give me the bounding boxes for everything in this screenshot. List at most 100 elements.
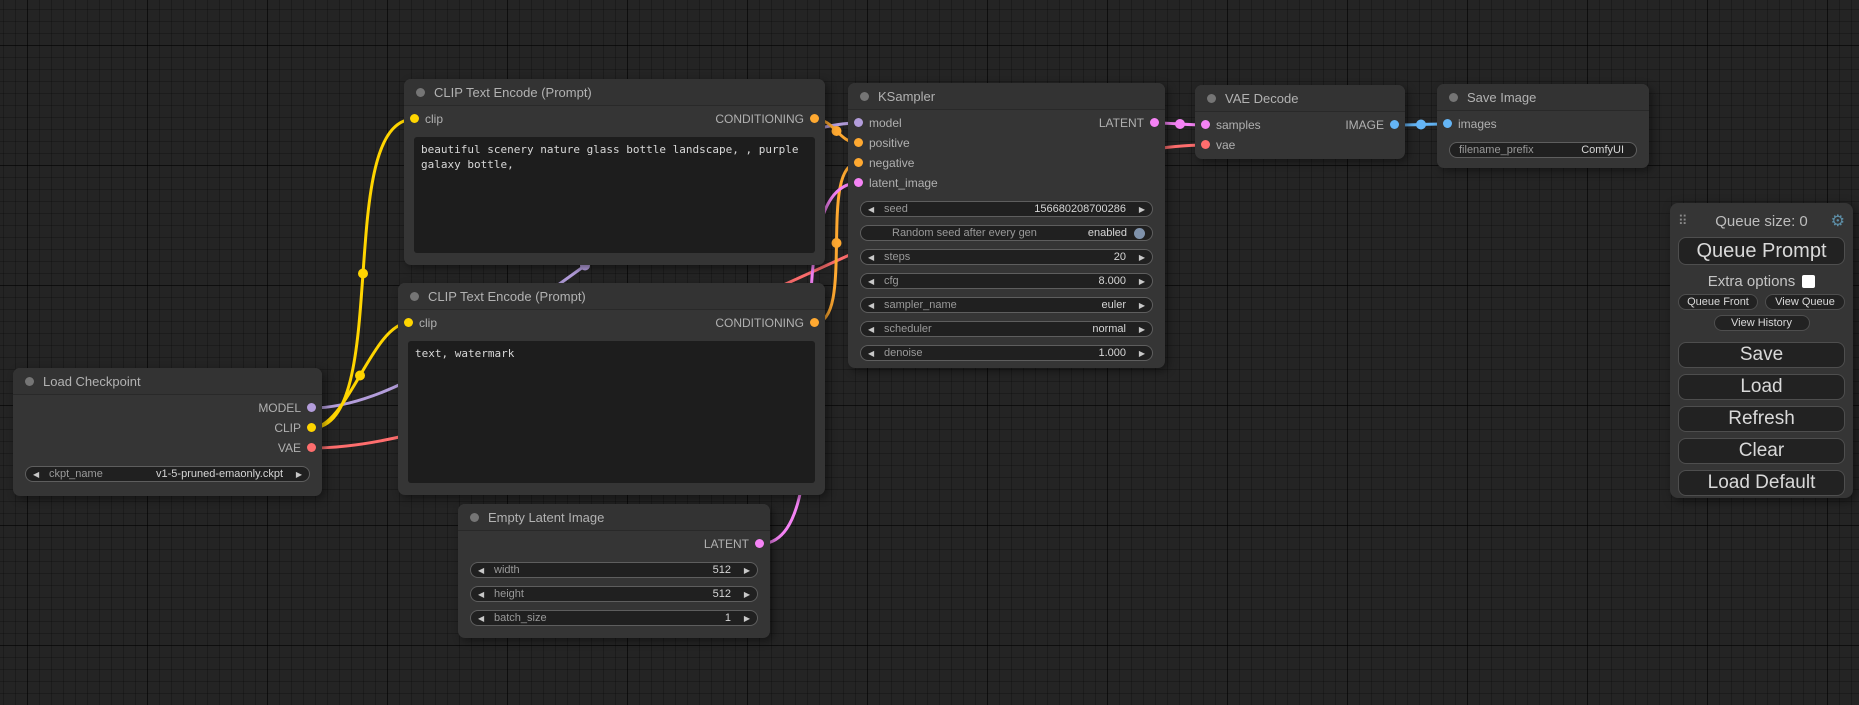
node-graph-canvas[interactable]: Load CheckpointMODELCLIPVAE◀ckpt_namev1-… [0, 0, 1859, 705]
samples-input-port[interactable] [1201, 120, 1210, 129]
queue-front-button[interactable]: Queue Front [1678, 294, 1758, 310]
increment-arrow-icon[interactable]: ▶ [736, 590, 750, 599]
output-slot-label: LATENT [1099, 116, 1144, 130]
widget-width[interactable]: ◀width512▶ [470, 562, 758, 578]
MODEL-output-port[interactable] [307, 403, 316, 412]
decrement-arrow-icon[interactable]: ◀ [478, 590, 492, 599]
widget-sampler_name[interactable]: ◀sampler_nameeuler▶ [860, 297, 1153, 313]
increment-arrow-icon[interactable]: ▶ [736, 614, 750, 623]
increment-arrow-icon[interactable]: ▶ [1131, 205, 1145, 214]
node-title-text: VAE Decode [1225, 91, 1298, 106]
prompt-textarea[interactable]: beautiful scenery nature glass bottle la… [414, 137, 815, 253]
widget-Random seed after every gen[interactable]: Random seed after every genenabled [860, 225, 1153, 241]
view-history-button[interactable]: View History [1714, 315, 1810, 331]
node-save-image[interactable]: Save Imageimagesfilename_prefixComfyUI [1437, 84, 1649, 168]
increment-arrow-icon[interactable]: ▶ [1131, 277, 1145, 286]
node-title-bar[interactable]: Load Checkpoint [13, 368, 322, 395]
refresh-button[interactable]: Refresh [1678, 406, 1845, 432]
node-title-text: CLIP Text Encode (Prompt) [428, 289, 586, 304]
IMAGE-output-port[interactable] [1390, 120, 1399, 129]
negative-input-port[interactable] [854, 158, 863, 167]
latent_image-input-port[interactable] [854, 178, 863, 187]
positive-input-port[interactable] [854, 138, 863, 147]
images-input-port[interactable] [1443, 119, 1452, 128]
decrement-arrow-icon[interactable]: ◀ [868, 277, 882, 286]
save-button[interactable]: Save [1678, 342, 1845, 368]
widget-cfg[interactable]: ◀cfg8.000▶ [860, 273, 1153, 289]
widget-label: batch_size [494, 612, 547, 624]
widget-value: 1 [725, 612, 736, 624]
widget-filename_prefix[interactable]: filename_prefixComfyUI [1449, 142, 1637, 158]
node-ksampler[interactable]: KSamplermodelLATENTpositivenegativelaten… [848, 83, 1165, 368]
LATENT-output-port[interactable] [1150, 118, 1159, 127]
extra-options-checkbox[interactable] [1802, 275, 1815, 288]
decrement-arrow-icon[interactable]: ◀ [478, 614, 492, 623]
node-clip-text-encode-negative[interactable]: CLIP Text Encode (Prompt)clipCONDITIONIN… [398, 283, 825, 495]
decrement-arrow-icon[interactable]: ◀ [868, 301, 882, 310]
widget-denoise[interactable]: ◀denoise1.000▶ [860, 345, 1153, 361]
node-title-bar[interactable]: Save Image [1437, 84, 1649, 111]
widget-batch_size[interactable]: ◀batch_size 1▶ [470, 610, 758, 626]
toggle-indicator-icon[interactable] [1134, 228, 1145, 239]
node-empty-latent-image[interactable]: Empty Latent ImageLATENT◀width512▶◀heigh… [458, 504, 770, 638]
queue-size-label: Queue size: 0 [1696, 213, 1827, 230]
output-slot-label: CONDITIONING [715, 112, 804, 126]
extra-options-row: Extra options [1678, 273, 1845, 289]
load-default-button[interactable]: Load Default [1678, 470, 1845, 496]
node-title-bar[interactable]: CLIP Text Encode (Prompt) [398, 283, 825, 310]
decrement-arrow-icon[interactable]: ◀ [33, 470, 47, 479]
node-title-text: CLIP Text Encode (Prompt) [434, 85, 592, 100]
widget-height[interactable]: ◀height512▶ [470, 586, 758, 602]
input-slot-label: vae [1216, 138, 1235, 152]
widget-label: denoise [884, 347, 923, 359]
LATENT-output-port[interactable] [755, 539, 764, 548]
vae-input-port[interactable] [1201, 140, 1210, 149]
increment-arrow-icon[interactable]: ▶ [1131, 325, 1145, 334]
decrement-arrow-icon[interactable]: ◀ [868, 349, 882, 358]
view-queue-button[interactable]: View Queue [1765, 294, 1845, 310]
increment-arrow-icon[interactable]: ▶ [1131, 349, 1145, 358]
clear-button[interactable]: Clear [1678, 438, 1845, 464]
node-title-bar[interactable]: CLIP Text Encode (Prompt) [404, 79, 825, 106]
CONDITIONING-output-port[interactable] [810, 114, 819, 123]
widget-steps[interactable]: ◀steps20▶ [860, 249, 1153, 265]
prompt-textarea[interactable]: text, watermark [408, 341, 815, 483]
node-vae-decode[interactable]: VAE Decode samples IMAGE vae [1195, 85, 1405, 159]
drag-handle-icon[interactable]: ⠿ [1678, 213, 1696, 229]
settings-gear-icon[interactable]: ⚙ [1827, 211, 1845, 231]
node-title-text: KSampler [878, 89, 935, 104]
input-slot-label: samples [1216, 118, 1261, 132]
input-slot-label: latent_image [869, 176, 938, 190]
node-title-bar[interactable]: Empty Latent Image [458, 504, 770, 531]
load-button[interactable]: Load [1678, 374, 1845, 400]
decrement-arrow-icon[interactable]: ◀ [478, 566, 492, 575]
output-slot-label: MODEL [258, 401, 301, 415]
node-clip-text-encode-positive[interactable]: CLIP Text Encode (Prompt)clipCONDITIONIN… [404, 79, 825, 265]
node-status-dot [860, 92, 869, 101]
output-slot-label: IMAGE [1345, 118, 1384, 132]
widget-label: steps [884, 251, 910, 263]
increment-arrow-icon[interactable]: ▶ [736, 566, 750, 575]
widget-label: ckpt_name [49, 468, 103, 480]
clip-input-port[interactable] [410, 114, 419, 123]
widget-ckpt_name[interactable]: ◀ckpt_name v1-5-pruned-emaonly.ckpt▶ [25, 466, 310, 482]
clip-input-port[interactable] [404, 318, 413, 327]
widget-scheduler[interactable]: ◀schedulernormal▶ [860, 321, 1153, 337]
decrement-arrow-icon[interactable]: ◀ [868, 205, 882, 214]
widget-value: euler [1102, 299, 1131, 311]
node-title-bar[interactable]: VAE Decode [1195, 85, 1405, 112]
decrement-arrow-icon[interactable]: ◀ [868, 253, 882, 262]
node-title-bar[interactable]: KSampler [848, 83, 1165, 110]
queue-prompt-button[interactable]: Queue Prompt [1678, 237, 1845, 265]
CONDITIONING-output-port[interactable] [810, 318, 819, 327]
CLIP-output-port[interactable] [307, 423, 316, 432]
widget-value: v1-5-pruned-emaonly.ckpt [156, 468, 288, 480]
increment-arrow-icon[interactable]: ▶ [288, 470, 302, 479]
VAE-output-port[interactable] [307, 443, 316, 452]
model-input-port[interactable] [854, 118, 863, 127]
decrement-arrow-icon[interactable]: ◀ [868, 325, 882, 334]
widget-seed[interactable]: ◀seed156680208700286▶ [860, 201, 1153, 217]
increment-arrow-icon[interactable]: ▶ [1131, 301, 1145, 310]
node-load-checkpoint[interactable]: Load CheckpointMODELCLIPVAE◀ckpt_namev1-… [13, 368, 322, 496]
increment-arrow-icon[interactable]: ▶ [1131, 253, 1145, 262]
